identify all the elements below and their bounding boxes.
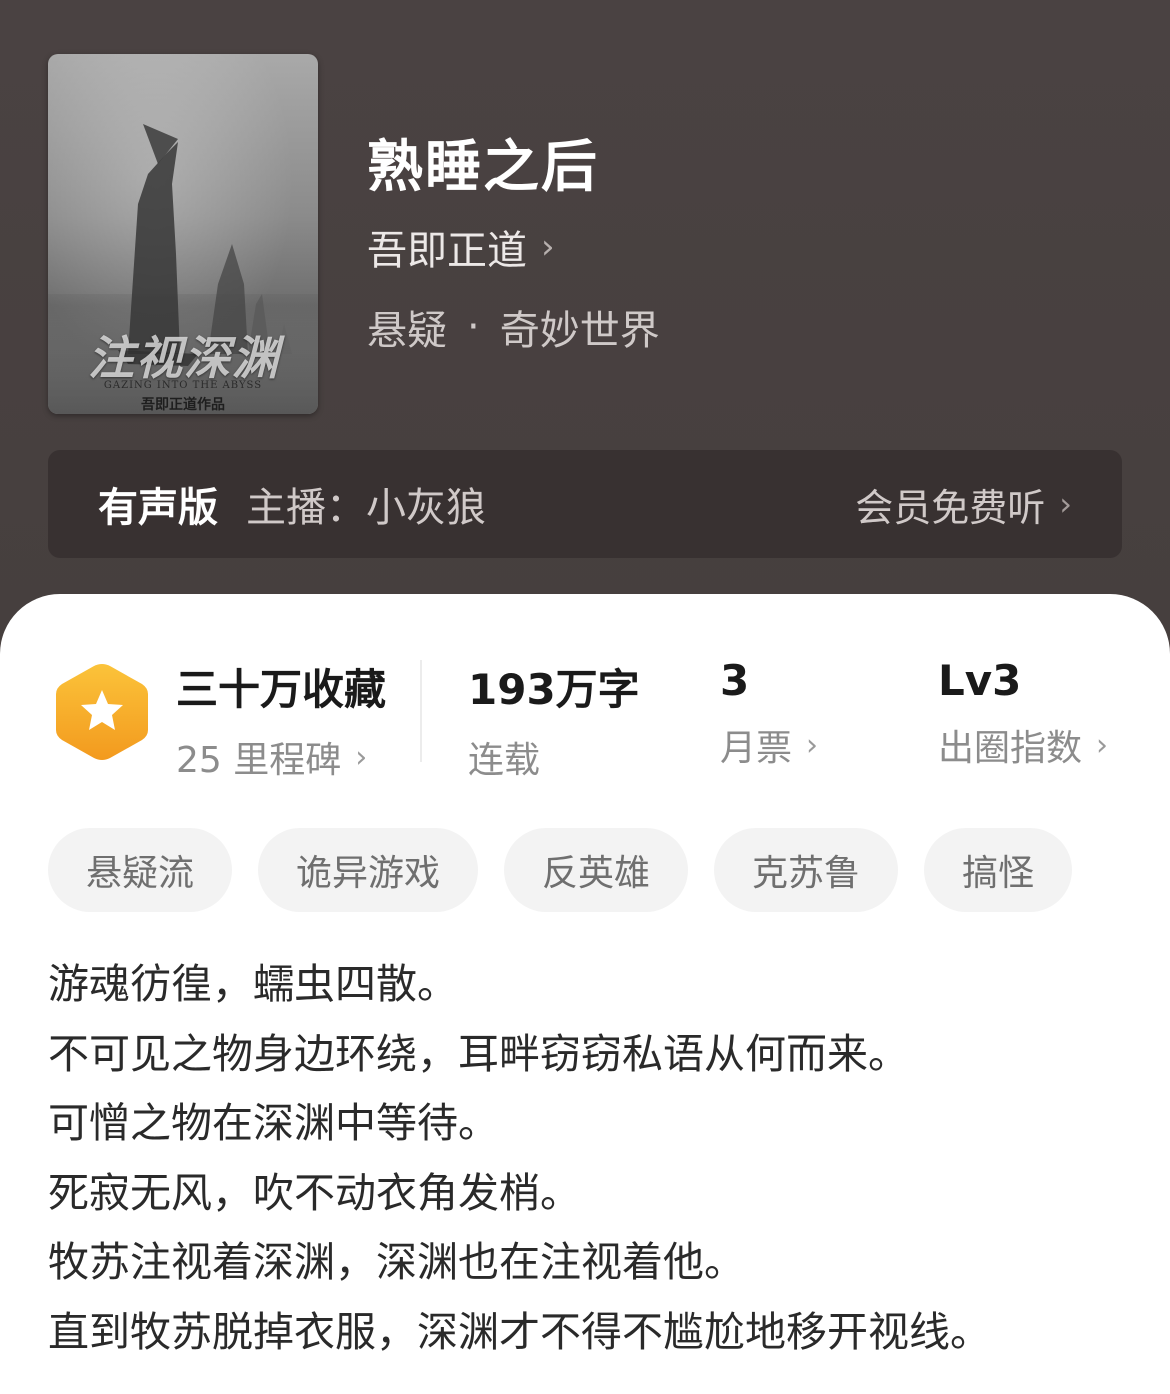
genre-primary[interactable]: 悬疑 — [367, 298, 447, 356]
tag-chip[interactable]: 反英雄 — [504, 828, 689, 912]
synopsis-line: 可憎之物在深渊中等待。 — [48, 1099, 499, 1147]
monthly-ticket-label: 月票 — [720, 728, 793, 769]
milestone-link[interactable]: 25 里程碑 › — [176, 731, 386, 783]
book-title: 熟睡之后 — [367, 135, 599, 200]
author-link[interactable]: 吾即正道 › — [367, 218, 555, 276]
genre-separator: · — [467, 304, 480, 350]
breakout-index-link[interactable]: 出圈指数 › — [938, 719, 1108, 771]
tag-chip[interactable]: 克苏鲁 — [714, 828, 899, 912]
serial-label: 连载 — [468, 740, 541, 781]
chevron-right-icon: › — [806, 727, 819, 763]
cover-title: 注视深渊 — [88, 331, 280, 385]
member-free-listen-button[interactable]: 会员免费听 › — [855, 477, 1072, 532]
milestone-label: 25 里程碑 — [176, 740, 342, 781]
star-hexagon-icon[interactable] — [52, 660, 152, 764]
breakout-level: Lv3 — [938, 656, 1022, 705]
tag-chip[interactable]: 诡异游戏 — [258, 828, 479, 912]
member-free-label: 会员免费听 — [855, 485, 1046, 530]
collections-title: 三十万收藏 — [176, 665, 387, 714]
author-name: 吾即正道 — [367, 228, 527, 274]
chevron-right-icon: › — [1059, 485, 1072, 523]
tag-chip[interactable]: 搞怪 — [924, 828, 1073, 912]
synopsis-line: 不可见之物身边环绕，耳畔窃窃私语从何而来。 — [48, 1029, 909, 1078]
serial-status: 连载 — [468, 731, 640, 783]
genre-row: 悬疑 · 奇妙世界 — [367, 298, 660, 356]
stats-divider — [420, 660, 422, 762]
monthly-ticket-link[interactable]: 月票 › — [720, 719, 818, 771]
monthly-ticket-stat[interactable]: 3 月票 › — [720, 656, 818, 771]
synopsis-line: 游魂彷徨，蠕虫四散。 — [48, 960, 458, 1008]
chevron-right-icon: › — [355, 739, 368, 775]
cover-subtitle: GAZING INTO THE ABYSS — [103, 380, 263, 391]
breakout-index-stat[interactable]: Lv3 出圈指数 › — [938, 656, 1108, 771]
monthly-ticket-count: 3 — [720, 656, 750, 705]
synopsis[interactable]: 游魂彷徨，蠕虫四散。 不可见之物身边环绕，耳畔窃窃私语从何而来。 可憎之物在深渊… — [48, 950, 1128, 1367]
synopsis-line: 直到牧苏脱掉衣服，深渊才不得不尴尬地移开视线。 — [48, 1307, 991, 1356]
word-count: 193万字 — [468, 665, 640, 714]
tag-list: 悬疑流 诡异游戏 反英雄 克苏鲁 搞怪 — [48, 828, 1073, 912]
chevron-right-icon: › — [1096, 727, 1109, 763]
breakout-index-label: 出圈指数 — [938, 728, 1083, 769]
audio-version-bar[interactable]: 有声版 主播：小灰狼 会员免费听 › — [48, 450, 1122, 558]
genre-secondary[interactable]: 奇妙世界 — [500, 298, 660, 356]
book-cover[interactable]: 注视深渊 GAZING INTO THE ABYSS 吾即正道作品 — [48, 54, 318, 414]
tag-chip[interactable]: 悬疑流 — [48, 828, 233, 912]
chevron-right-icon: › — [541, 227, 555, 267]
cover-author: 吾即正道作品 — [141, 397, 225, 413]
word-count-stat: 193万字 连载 — [468, 656, 640, 783]
synopsis-line: 死寂无风，吹不动衣角发梢。 — [48, 1168, 581, 1217]
audio-host: 主播：小灰狼 — [246, 485, 486, 531]
synopsis-line: 牧苏注视着深渊，深渊也在注视着他。 — [48, 1238, 745, 1286]
audio-label: 有声版 — [98, 485, 218, 531]
collections-stat[interactable]: 三十万收藏 25 里程碑 › — [176, 656, 386, 783]
